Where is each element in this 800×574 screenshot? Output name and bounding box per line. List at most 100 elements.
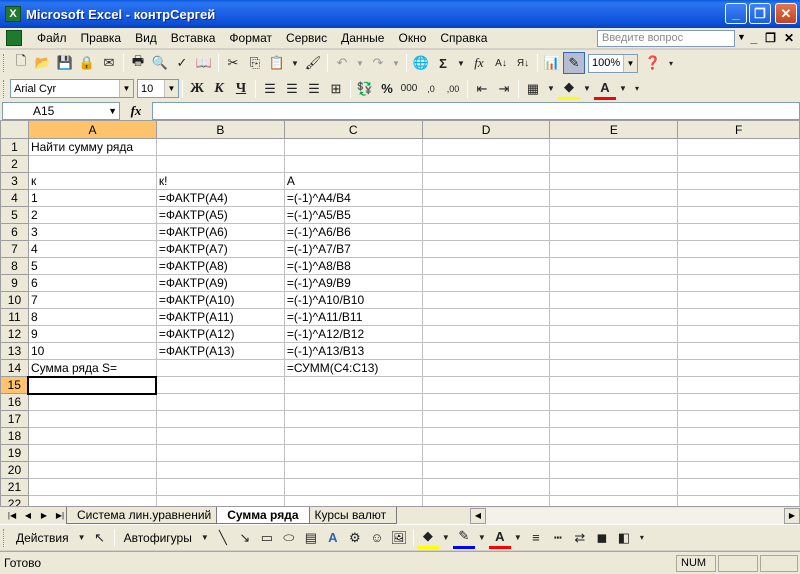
- cell-b5[interactable]: =ФАКТР(A5): [155, 206, 285, 224]
- ask-dropdown-icon[interactable]: ▼: [737, 32, 746, 42]
- cell-d6[interactable]: [421, 223, 551, 241]
- line-icon[interactable]: ╲: [212, 527, 234, 549]
- cell-d10[interactable]: [421, 291, 551, 309]
- cell-d17[interactable]: [421, 410, 551, 428]
- row-header[interactable]: 21: [0, 478, 29, 496]
- cell-e19[interactable]: [549, 444, 679, 462]
- cell-f13[interactable]: [677, 342, 800, 360]
- cell-e6[interactable]: [549, 223, 679, 241]
- thousands-icon[interactable]: 000: [398, 78, 420, 100]
- autosum-dropdown-icon[interactable]: ▼: [454, 52, 468, 74]
- fill-dropdown-icon[interactable]: ▼: [439, 527, 453, 549]
- cell-e1[interactable]: [549, 138, 679, 156]
- cell-d2[interactable]: [421, 155, 551, 173]
- doc-restore-button[interactable]: ❐: [765, 31, 776, 45]
- cell-d15[interactable]: [421, 376, 551, 394]
- shadow-icon[interactable]: ◼: [591, 527, 613, 549]
- cell-d9[interactable]: [421, 274, 551, 292]
- row-header[interactable]: 4: [0, 189, 29, 207]
- cell-e10[interactable]: [549, 291, 679, 309]
- menu-window[interactable]: Окно: [391, 28, 433, 48]
- cell-b18[interactable]: [155, 427, 285, 445]
- cell-a21[interactable]: [27, 478, 157, 496]
- clipart-icon[interactable]: ☺: [366, 527, 388, 549]
- cell-c1[interactable]: [283, 138, 423, 156]
- redo-icon[interactable]: ↷: [367, 52, 389, 74]
- cell-b21[interactable]: [155, 478, 285, 496]
- chart-wizard-icon[interactable]: 📊: [541, 52, 563, 74]
- cell-e18[interactable]: [549, 427, 679, 445]
- row-header[interactable]: 18: [0, 427, 29, 445]
- cell-d21[interactable]: [421, 478, 551, 496]
- borders-icon[interactable]: ▦: [522, 78, 544, 100]
- toolbar-options-icon[interactable]: ▾: [635, 527, 649, 549]
- cell-b2[interactable]: [155, 155, 285, 173]
- redo-dropdown-icon[interactable]: ▼: [389, 52, 403, 74]
- cell-a16[interactable]: [27, 393, 157, 411]
- cell-e20[interactable]: [549, 461, 679, 479]
- italic-button[interactable]: К: [208, 78, 230, 100]
- cell-d3[interactable]: [421, 172, 551, 190]
- column-header-a[interactable]: A: [27, 120, 157, 139]
- cell-e5[interactable]: [549, 206, 679, 224]
- decrease-indent-icon[interactable]: ⇤: [471, 78, 493, 100]
- row-header[interactable]: 14: [0, 359, 29, 377]
- rectangle-icon[interactable]: ▭: [256, 527, 278, 549]
- underline-button[interactable]: Ч: [230, 78, 252, 100]
- cell-e4[interactable]: [549, 189, 679, 207]
- row-header[interactable]: 17: [0, 410, 29, 428]
- column-header-f[interactable]: F: [677, 120, 800, 139]
- cell-b19[interactable]: [155, 444, 285, 462]
- line-color-icon[interactable]: ✎: [452, 527, 475, 549]
- cell-b20[interactable]: [155, 461, 285, 479]
- permission-icon[interactable]: 🔒: [76, 52, 98, 74]
- font-name-select[interactable]: Arial Cyr ▼: [10, 79, 134, 98]
- 3d-icon[interactable]: ◧: [613, 527, 635, 549]
- cell-a5[interactable]: 2: [27, 206, 157, 224]
- decrease-decimal-icon[interactable]: ,00: [442, 78, 464, 100]
- zoom-dropdown-icon[interactable]: ▼: [623, 54, 637, 72]
- excel-icon[interactable]: X: [5, 6, 21, 22]
- cell-c10[interactable]: =(-1)^A10/B10: [283, 291, 423, 309]
- insert-function-icon[interactable]: fx: [120, 103, 152, 119]
- cell-c22[interactable]: [283, 495, 423, 506]
- cell-a3[interactable]: к: [27, 172, 157, 190]
- cell-a22[interactable]: [27, 495, 157, 506]
- cell-f3[interactable]: [677, 172, 800, 190]
- toolbar-options-icon[interactable]: ▾: [664, 52, 678, 74]
- arrow-icon[interactable]: ↘: [234, 527, 256, 549]
- cell-d14[interactable]: [421, 359, 551, 377]
- cell-b14[interactable]: [155, 359, 285, 377]
- cell-e11[interactable]: [549, 308, 679, 326]
- actions-dropdown-icon[interactable]: ▼: [75, 527, 89, 549]
- doc-close-button[interactable]: ✕: [784, 31, 794, 45]
- cell-f6[interactable]: [677, 223, 800, 241]
- workbook-icon[interactable]: [6, 30, 22, 46]
- align-left-icon[interactable]: ☰: [259, 78, 281, 100]
- cell-b11[interactable]: =ФАКТР(A11): [155, 308, 285, 326]
- cell-f11[interactable]: [677, 308, 800, 326]
- prev-sheet-icon[interactable]: ◀: [20, 511, 36, 520]
- textbox-icon[interactable]: ▤: [300, 527, 322, 549]
- row-header[interactable]: 13: [0, 342, 29, 360]
- cell-f8[interactable]: [677, 257, 800, 275]
- row-header[interactable]: 8: [0, 257, 29, 275]
- cell-e17[interactable]: [549, 410, 679, 428]
- menu-edit[interactable]: Правка: [74, 28, 129, 48]
- cell-c3[interactable]: А: [283, 172, 423, 190]
- cell-d20[interactable]: [421, 461, 551, 479]
- restore-button[interactable]: ❐: [749, 3, 771, 24]
- save-icon[interactable]: 💾: [54, 52, 76, 74]
- cell-b16[interactable]: [155, 393, 285, 411]
- cell-c14[interactable]: =СУММ(C4:C13): [283, 359, 423, 377]
- cell-b15[interactable]: [155, 376, 285, 394]
- column-header-b[interactable]: B: [155, 120, 285, 139]
- increase-decimal-icon[interactable]: ,0: [420, 78, 442, 100]
- cell-d18[interactable]: [421, 427, 551, 445]
- cell-e3[interactable]: [549, 172, 679, 190]
- cell-e2[interactable]: [549, 155, 679, 173]
- close-button[interactable]: ✕: [775, 3, 797, 24]
- cell-f19[interactable]: [677, 444, 800, 462]
- paste-icon[interactable]: 📋: [266, 52, 288, 74]
- select-all-corner[interactable]: [0, 120, 29, 139]
